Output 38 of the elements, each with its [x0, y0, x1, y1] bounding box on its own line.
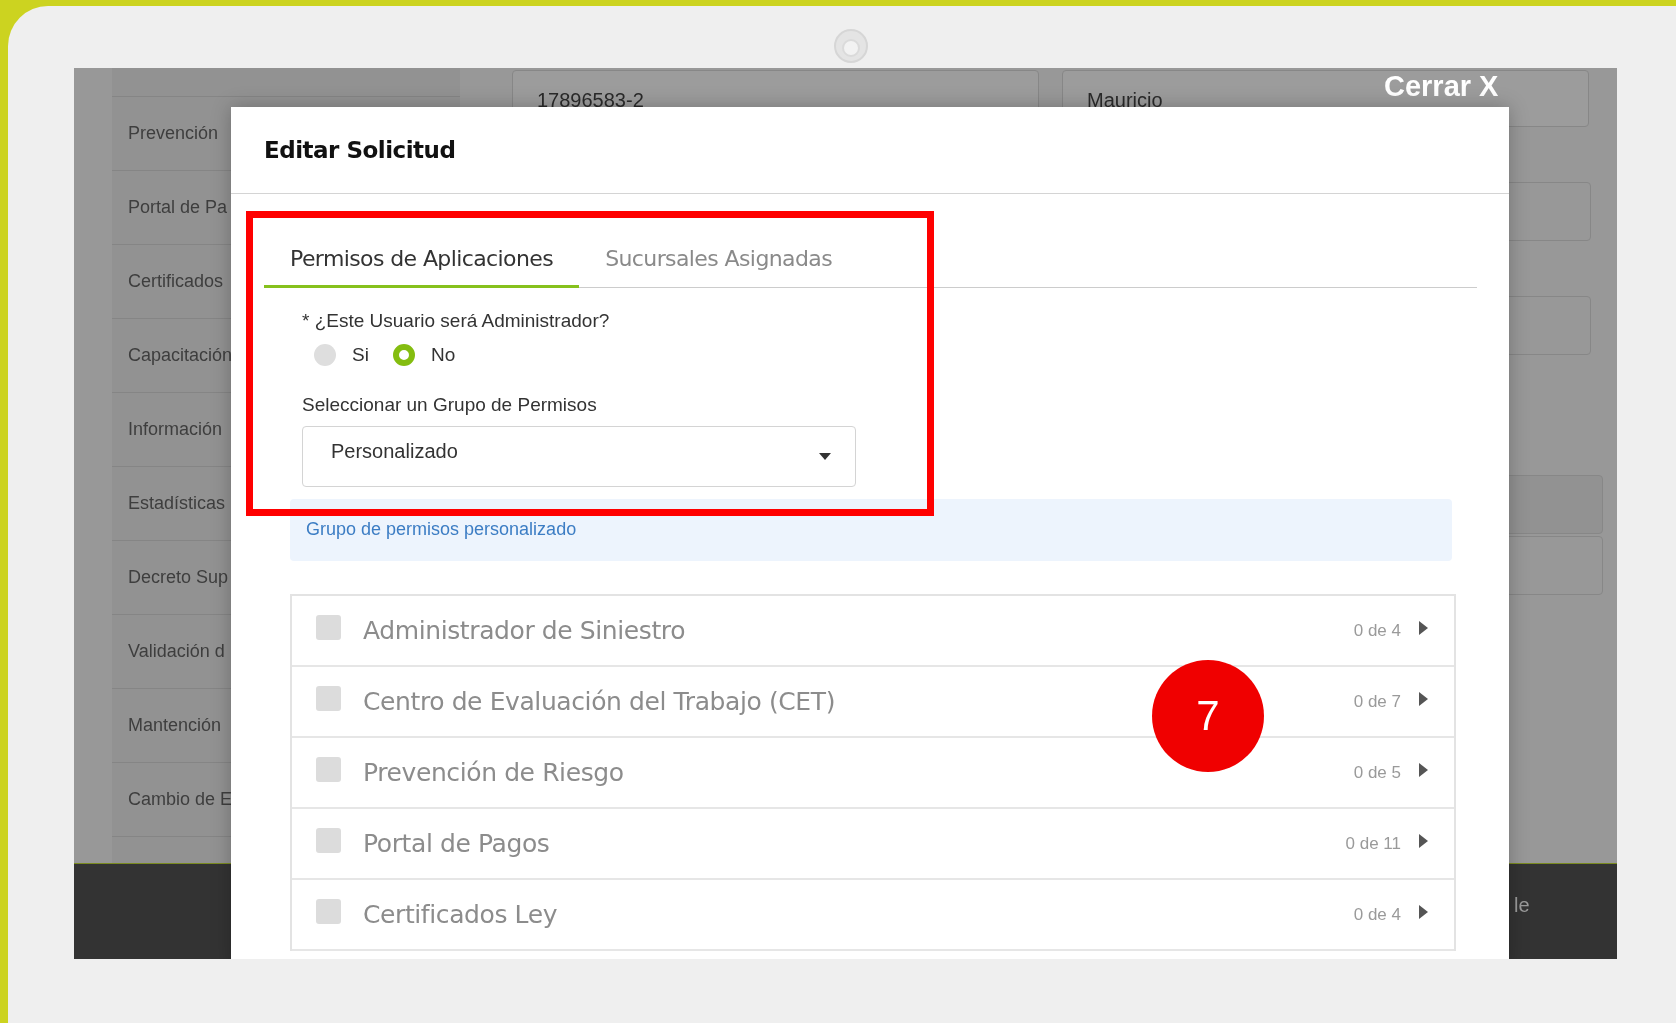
modal-title: Editar Solicitud	[264, 137, 456, 163]
radio-label: No	[430, 344, 456, 366]
permission-count: 0 de 4	[1353, 620, 1401, 641]
permission-count: 0 de 4	[1353, 904, 1401, 925]
checkbox[interactable]	[316, 686, 341, 711]
permission-name: Portal de Pagos	[363, 829, 550, 858]
group-dropdown[interactable]: Personalizado	[302, 426, 856, 487]
caret-icon	[819, 453, 831, 460]
permission-count: 0 de 7	[1353, 691, 1401, 712]
permission-count: 0 de 11	[1345, 833, 1401, 854]
info-note: Grupo de permisos personalizado	[290, 499, 1452, 561]
radio-label: Si	[352, 344, 369, 366]
radio-button[interactable]	[392, 344, 415, 366]
expand-arrow-icon[interactable]	[1419, 691, 1428, 706]
permission-name: Prevención de Riesgo	[363, 758, 624, 787]
tab[interactable]: Sucursales Asignadas	[579, 224, 859, 288]
permission-name: Administrador de Siniestro	[363, 616, 686, 645]
permission-row[interactable]: Portal de Pagos 0 de 11	[292, 809, 1454, 880]
expand-arrow-icon[interactable]	[1419, 904, 1428, 919]
question-label: * ¿Este Usuario será Administrador?	[302, 310, 610, 332]
checkbox[interactable]	[316, 899, 341, 924]
expand-arrow-icon[interactable]	[1419, 833, 1428, 848]
expand-arrow-icon[interactable]	[1419, 762, 1428, 777]
permission-name: Certificados Ley	[363, 900, 558, 929]
checkbox[interactable]	[316, 828, 341, 853]
tab[interactable]: Permisos de Aplicaciones	[264, 224, 580, 288]
select-label: Seleccionar un Grupo de Permisos	[302, 394, 597, 416]
permission-row[interactable]: Administrador de Siniestro 0 de 4	[292, 596, 1454, 667]
expand-arrow-icon[interactable]	[1419, 620, 1428, 635]
permission-count: 0 de 5	[1353, 762, 1401, 783]
permission-name: Centro de Evaluación del Trabajo (CET)	[363, 687, 835, 716]
camera-icon	[833, 28, 869, 64]
close-button[interactable]: Cerrar X	[1384, 70, 1499, 103]
radio-button[interactable]	[314, 344, 336, 366]
checkbox[interactable]	[316, 615, 341, 640]
footer-text: le	[1514, 894, 1530, 917]
permission-row[interactable]: Certificados Ley 0 de 4	[292, 880, 1454, 951]
checkbox[interactable]	[316, 757, 341, 782]
